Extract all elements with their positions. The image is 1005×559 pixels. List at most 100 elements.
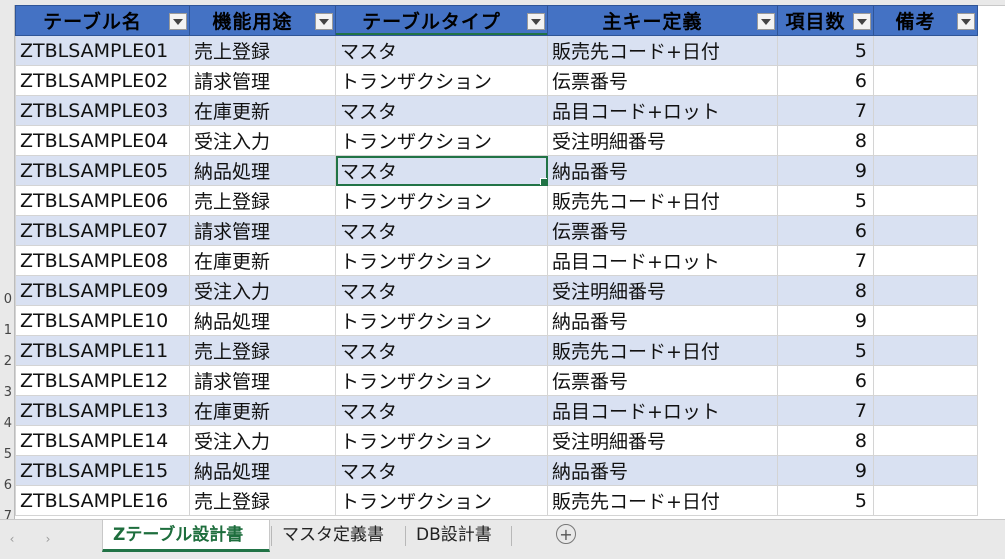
filter-dropdown-icon[interactable]: [757, 13, 775, 30]
cell-primary-key[interactable]: 伝票番号: [547, 365, 778, 396]
cell-function-use[interactable]: 受注入力: [189, 275, 336, 306]
cell-function-use[interactable]: 在庫更新: [189, 95, 336, 126]
cell-table-type[interactable]: マスタ: [335, 35, 548, 66]
row-number[interactable]: 0: [0, 284, 12, 315]
cell-function-use[interactable]: 受注入力: [189, 425, 336, 456]
cell-table-name[interactable]: ZTBLSAMPLE09: [15, 275, 190, 306]
cell-table-type[interactable]: トランザクション: [335, 245, 548, 276]
cell-field-count[interactable]: 6: [777, 365, 874, 396]
row-number[interactable]: [0, 253, 12, 284]
tab-master-definition[interactable]: マスタ定義書: [272, 520, 404, 552]
cell-field-count[interactable]: 7: [777, 95, 874, 126]
cell-table-type[interactable]: マスタ: [335, 95, 548, 126]
row-number[interactable]: 6: [0, 470, 12, 501]
cell-table-type[interactable]: トランザクション: [335, 485, 548, 516]
cell-remarks[interactable]: [873, 245, 978, 276]
cell-field-count[interactable]: 6: [777, 65, 874, 96]
cell-remarks[interactable]: [873, 335, 978, 366]
cell-table-name[interactable]: ZTBLSAMPLE15: [15, 455, 190, 486]
cell-remarks[interactable]: [873, 275, 978, 306]
cell-function-use[interactable]: 納品処理: [189, 155, 336, 186]
filter-dropdown-icon[interactable]: [527, 13, 545, 30]
cell-primary-key[interactable]: 納品番号: [547, 305, 778, 336]
cell-table-type[interactable]: マスタ: [335, 335, 548, 366]
filter-dropdown-icon[interactable]: [315, 13, 333, 30]
cell-field-count[interactable]: 5: [777, 35, 874, 66]
cell-function-use[interactable]: 請求管理: [189, 65, 336, 96]
row-number[interactable]: [0, 36, 12, 67]
cell-table-type[interactable]: マスタ: [335, 155, 548, 186]
cell-remarks[interactable]: [873, 125, 978, 156]
row-number[interactable]: [0, 191, 12, 222]
cell-remarks[interactable]: [873, 35, 978, 66]
cell-table-type[interactable]: トランザクション: [335, 365, 548, 396]
row-number[interactable]: 1: [0, 315, 12, 346]
cell-table-type[interactable]: トランザクション: [335, 185, 548, 216]
cell-remarks[interactable]: [873, 155, 978, 186]
filter-dropdown-icon[interactable]: [169, 13, 187, 30]
cell-table-name[interactable]: ZTBLSAMPLE08: [15, 245, 190, 276]
row-number[interactable]: [0, 160, 12, 191]
cell-remarks[interactable]: [873, 395, 978, 426]
row-number[interactable]: [0, 98, 12, 129]
cell-primary-key[interactable]: 販売先コード+日付: [547, 335, 778, 366]
cell-table-name[interactable]: ZTBLSAMPLE05: [15, 155, 190, 186]
cell-primary-key[interactable]: 品目コード+ロット: [547, 245, 778, 276]
cell-table-name[interactable]: ZTBLSAMPLE11: [15, 335, 190, 366]
cell-field-count[interactable]: 7: [777, 245, 874, 276]
cell-field-count[interactable]: 8: [777, 125, 874, 156]
cell-function-use[interactable]: 在庫更新: [189, 245, 336, 276]
cell-table-name[interactable]: ZTBLSAMPLE10: [15, 305, 190, 336]
cell-field-count[interactable]: 5: [777, 185, 874, 216]
cell-table-name[interactable]: ZTBLSAMPLE14: [15, 425, 190, 456]
cell-field-count[interactable]: 8: [777, 275, 874, 306]
cell-table-type[interactable]: マスタ: [335, 215, 548, 246]
scroll-tabs-left-icon[interactable]: ‹: [4, 531, 20, 547]
scroll-tabs-right-icon[interactable]: ›: [40, 531, 56, 547]
cell-function-use[interactable]: 請求管理: [189, 365, 336, 396]
cell-remarks[interactable]: [873, 485, 978, 516]
row-number[interactable]: [0, 222, 12, 253]
cell-function-use[interactable]: 請求管理: [189, 215, 336, 246]
cell-function-use[interactable]: 受注入力: [189, 125, 336, 156]
cell-function-use[interactable]: 売上登録: [189, 485, 336, 516]
row-number[interactable]: 2: [0, 346, 12, 377]
cell-table-name[interactable]: ZTBLSAMPLE02: [15, 65, 190, 96]
cell-primary-key[interactable]: 伝票番号: [547, 65, 778, 96]
filter-dropdown-icon[interactable]: [853, 13, 871, 30]
cell-remarks[interactable]: [873, 425, 978, 456]
tab-db-design[interactable]: DB設計書: [406, 520, 510, 552]
cell-table-type[interactable]: トランザクション: [335, 65, 548, 96]
cell-remarks[interactable]: [873, 185, 978, 216]
row-number[interactable]: 4: [0, 408, 12, 439]
cell-table-type[interactable]: マスタ: [335, 395, 548, 426]
cell-field-count[interactable]: 9: [777, 455, 874, 486]
cell-field-count[interactable]: 8: [777, 425, 874, 456]
filter-dropdown-icon[interactable]: [957, 13, 975, 30]
cell-table-type[interactable]: トランザクション: [335, 305, 548, 336]
cell-function-use[interactable]: 納品処理: [189, 455, 336, 486]
cell-table-type[interactable]: トランザクション: [335, 425, 548, 456]
cell-function-use[interactable]: 売上登録: [189, 35, 336, 66]
cell-function-use[interactable]: 在庫更新: [189, 395, 336, 426]
cell-field-count[interactable]: 5: [777, 335, 874, 366]
cell-field-count[interactable]: 6: [777, 215, 874, 246]
row-number[interactable]: 5: [0, 439, 12, 470]
row-number[interactable]: 7: [0, 501, 12, 519]
cell-table-name[interactable]: ZTBLSAMPLE16: [15, 485, 190, 516]
cell-primary-key[interactable]: 受注明細番号: [547, 425, 778, 456]
cell-primary-key[interactable]: 品目コード+ロット: [547, 395, 778, 426]
cell-table-type[interactable]: マスタ: [335, 275, 548, 306]
cell-primary-key[interactable]: 納品番号: [547, 455, 778, 486]
fill-handle[interactable]: [540, 178, 547, 185]
cell-table-type[interactable]: トランザクション: [335, 125, 548, 156]
cell-primary-key[interactable]: 販売先コード+日付: [547, 485, 778, 516]
cell-function-use[interactable]: 納品処理: [189, 305, 336, 336]
cell-remarks[interactable]: [873, 305, 978, 336]
cell-remarks[interactable]: [873, 95, 978, 126]
row-number[interactable]: [0, 5, 12, 36]
cell-remarks[interactable]: [873, 365, 978, 396]
row-number[interactable]: [0, 129, 12, 160]
spreadsheet-grid[interactable]: 01234567 テーブル名 機能用途 テーブルタイプ 主キー定義 項目数 備考…: [0, 0, 1005, 519]
cell-primary-key[interactable]: 受注明細番号: [547, 275, 778, 306]
